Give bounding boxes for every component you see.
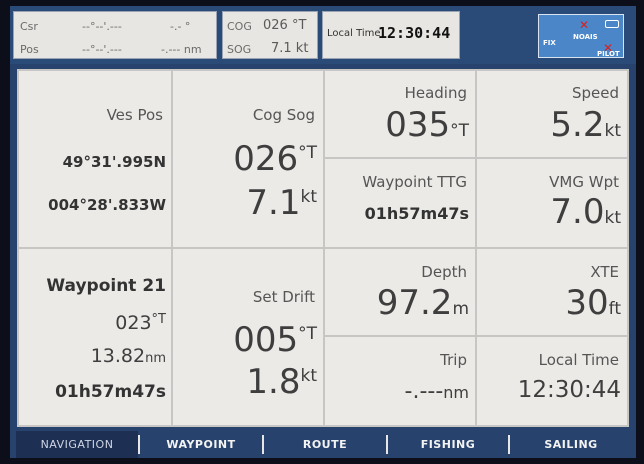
cog-sog-cog: 026°T [233,139,317,179]
set-value: 005 [233,320,299,360]
waypoint-ttg: 01h57m47s [55,382,166,402]
data-panel-grid: Ves Pos 49°31'.995N 004°28'.833W Cog Sog… [17,69,629,427]
speed-display: 5.2kt [550,105,621,145]
sog-value: 7.1 [246,183,301,223]
drift-value: 1.8 [246,362,301,402]
waypoint-bearing-value: 023 [115,312,152,334]
badge-noais: NOAIS [573,33,598,41]
speed-unit: kt [604,121,621,141]
waypoint-distance-value: 13.82 [90,345,146,367]
pos-label: Pos [20,43,39,56]
panel-vmg-wpt[interactable]: VMG Wpt 7.0kt [477,159,627,247]
vmg-wpt-unit: kt [604,208,621,228]
heading-label: Heading [404,84,467,102]
csr-pos-box: Csr --°--'.--- -.- ° Pos --°--'.--- -.--… [13,11,217,59]
xte-value: 30 [565,283,609,323]
panel-set-drift[interactable]: Set Drift 005°T 1.8kt [173,249,323,425]
speed-label: Speed [571,84,619,102]
csr-deg: -.- ° [170,20,191,33]
cog-sog-sog: 7.1kt [246,183,317,223]
depth-value: 97.2 [376,283,453,323]
pos-value: --°--'.--- [82,43,122,56]
heading-unit: °T [450,121,469,141]
pos-nm: -.--- nm [161,43,202,56]
cog-unit: °T [298,143,317,163]
set-display: 005°T [233,320,317,360]
depth-label: Depth [421,263,467,281]
local-time-label: Local Time [327,28,381,39]
chart-plotter-screen: Csr --°--'.--- -.- ° Pos --°--'.--- -.--… [10,6,636,458]
trip-value: -.--- [404,379,444,404]
vmg-wpt-value: 7.0 [550,192,605,232]
bottom-nav: NAVIGATION WAYPOINT ROUTE FISHING SAILIN… [10,431,636,458]
xte-display: 30ft [565,283,621,323]
set-unit: °T [298,324,317,344]
cog-sog-label: Cog Sog [252,106,315,124]
panel-xte[interactable]: XTE 30ft [477,249,627,335]
trip-display: -.---nm [405,379,469,404]
sog-value: 7.1 kt [271,41,309,56]
tab-waypoint[interactable]: WAYPOINT [140,431,262,458]
set-drift-label: Set Drift [252,288,315,306]
local-time-panel-value: 12:30:44 [517,377,621,403]
waypoint-bearing-unit: °T [151,312,166,327]
tab-navigation[interactable]: NAVIGATION [16,431,138,458]
panel-heading[interactable]: Heading 035°T [325,71,475,157]
panel-cog-sog[interactable]: Cog Sog 026°T 7.1kt [173,71,323,247]
heading-value: 035 [385,105,451,145]
trip-label: Trip [440,351,467,369]
panel-waypoint-ttg[interactable]: Waypoint TTG 01h57m47s [325,159,475,247]
panel-speed[interactable]: Speed 5.2kt [477,71,627,157]
panel-depth[interactable]: Depth 97.2m [325,249,475,335]
panel-waypoint[interactable]: Waypoint 21 023°T 13.82nm 01h57m47s [19,249,171,425]
status-bar: Csr --°--'.--- -.- ° Pos --°--'.--- -.--… [10,6,636,64]
xte-label: XTE [590,263,619,281]
sog-label: SOG [227,43,252,56]
status-badges[interactable]: ✕ NOAIS FIX ✕ PILOT [538,14,624,58]
panel-local-time[interactable]: Local Time 12:30:44 [477,337,627,425]
vmg-wpt-label: VMG Wpt [549,173,619,191]
speed-value: 5.2 [550,105,605,145]
drift-unit: kt [300,366,317,386]
cog-value: 026 [233,139,299,179]
waypoint-label: Waypoint 21 [46,276,166,296]
local-time-value: 12:30:44 [378,24,451,42]
sog-unit: kt [300,187,317,207]
ves-pos-label: Ves Pos [106,106,163,124]
local-time-box: Local Time 12:30:44 [322,11,460,59]
waypoint-distance-unit: nm [145,351,166,366]
tab-fishing[interactable]: FISHING [388,431,508,458]
waypoint-ttg-label: Waypoint TTG [362,173,467,191]
local-time-panel-label: Local Time [538,351,619,369]
ais-off-icon: ✕ [579,18,590,32]
badge-pilot: PILOT [597,50,620,58]
ves-pos-lat: 49°31'.995N [62,153,166,171]
csr-label: Csr [20,20,38,33]
waypoint-ttg-value: 01h57m47s [364,204,469,223]
depth-display: 97.2m [377,283,469,323]
ves-pos-lon: 004°28'.833W [48,196,166,214]
cog-label: COG [227,20,252,33]
waypoint-distance: 13.82nm [91,345,166,367]
cog-sog-box: COG 026 °T SOG 7.1 kt [222,11,318,59]
cog-value: 026 °T [263,18,307,33]
badge-fix: FIX [543,39,556,47]
heading-display: 035°T [385,105,469,145]
boat-icon [605,20,619,28]
xte-unit: ft [608,299,621,319]
tab-route[interactable]: ROUTE [264,431,386,458]
depth-unit: m [452,299,469,319]
vmg-wpt-display: 7.0kt [550,192,621,232]
panel-ves-pos[interactable]: Ves Pos 49°31'.995N 004°28'.833W [19,71,171,247]
drift-display: 1.8kt [246,362,317,402]
waypoint-bearing: 023°T [115,312,166,334]
trip-unit: nm [443,383,469,402]
tab-sailing[interactable]: SAILING [510,431,632,458]
csr-value: --°--'.--- [82,20,122,33]
panel-trip[interactable]: Trip -.---nm [325,337,475,425]
